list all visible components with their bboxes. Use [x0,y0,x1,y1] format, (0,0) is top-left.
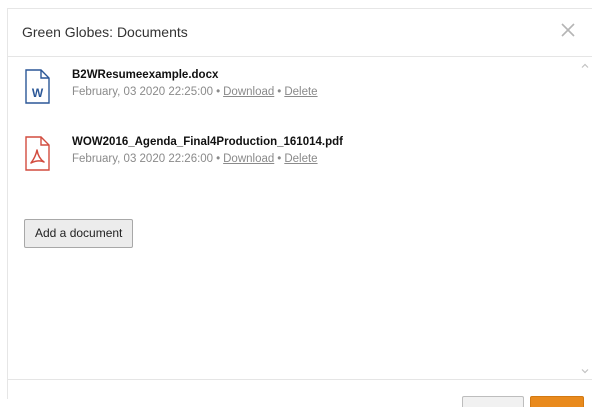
footer-secondary-button[interactable] [462,396,524,407]
separator: • [277,86,282,98]
delete-link[interactable]: Delete [284,86,317,98]
document-date: February, 03 2020 22:25:00 [72,86,214,98]
document-name: B2WResumeexample.docx [72,69,219,81]
close-button[interactable] [558,20,578,40]
scrollbar[interactable] [578,57,592,379]
document-meta: February, 03 2020 22:25:00 • Download • Dele… [72,86,318,98]
add-document-button[interactable]: Add a document [24,219,134,248]
pdf-document-icon [22,136,52,172]
modal-header: Green Globes: Documents [8,9,592,57]
document-meta: February, 03 2020 22:26:00 • Download • Dele… [72,153,318,165]
scroll-down-icon[interactable] [581,367,589,375]
separator: • [216,86,221,98]
separator: • [277,153,282,165]
download-link[interactable]: Download [223,153,274,165]
document-item: WOW2016_Agenda_Final4Production_161014.p… [22,136,572,174]
modal-body[interactable]: W B2WResumeexample.docx February, 03 202… [8,57,592,379]
download-link[interactable]: Download [223,86,274,98]
word-document-icon: W [22,69,52,105]
documents-modal: Green Globes: Documents W B2WResumeexamp… [7,8,592,407]
document-item: W B2WResumeexample.docx February, 03 202… [22,69,572,107]
document-date: February, 03 2020 22:26:00 [72,153,214,165]
separator: • [216,153,221,165]
delete-link[interactable]: Delete [284,153,317,165]
document-name: WOW2016_Agenda_Final4Production_161014.p… [72,136,343,148]
close-icon [561,23,575,37]
modal-footer [8,379,592,407]
scroll-up-icon[interactable] [581,62,589,70]
svg-text:W: W [32,86,44,100]
modal-title: Green Globes: Documents [22,24,188,40]
footer-primary-button[interactable] [530,396,584,407]
